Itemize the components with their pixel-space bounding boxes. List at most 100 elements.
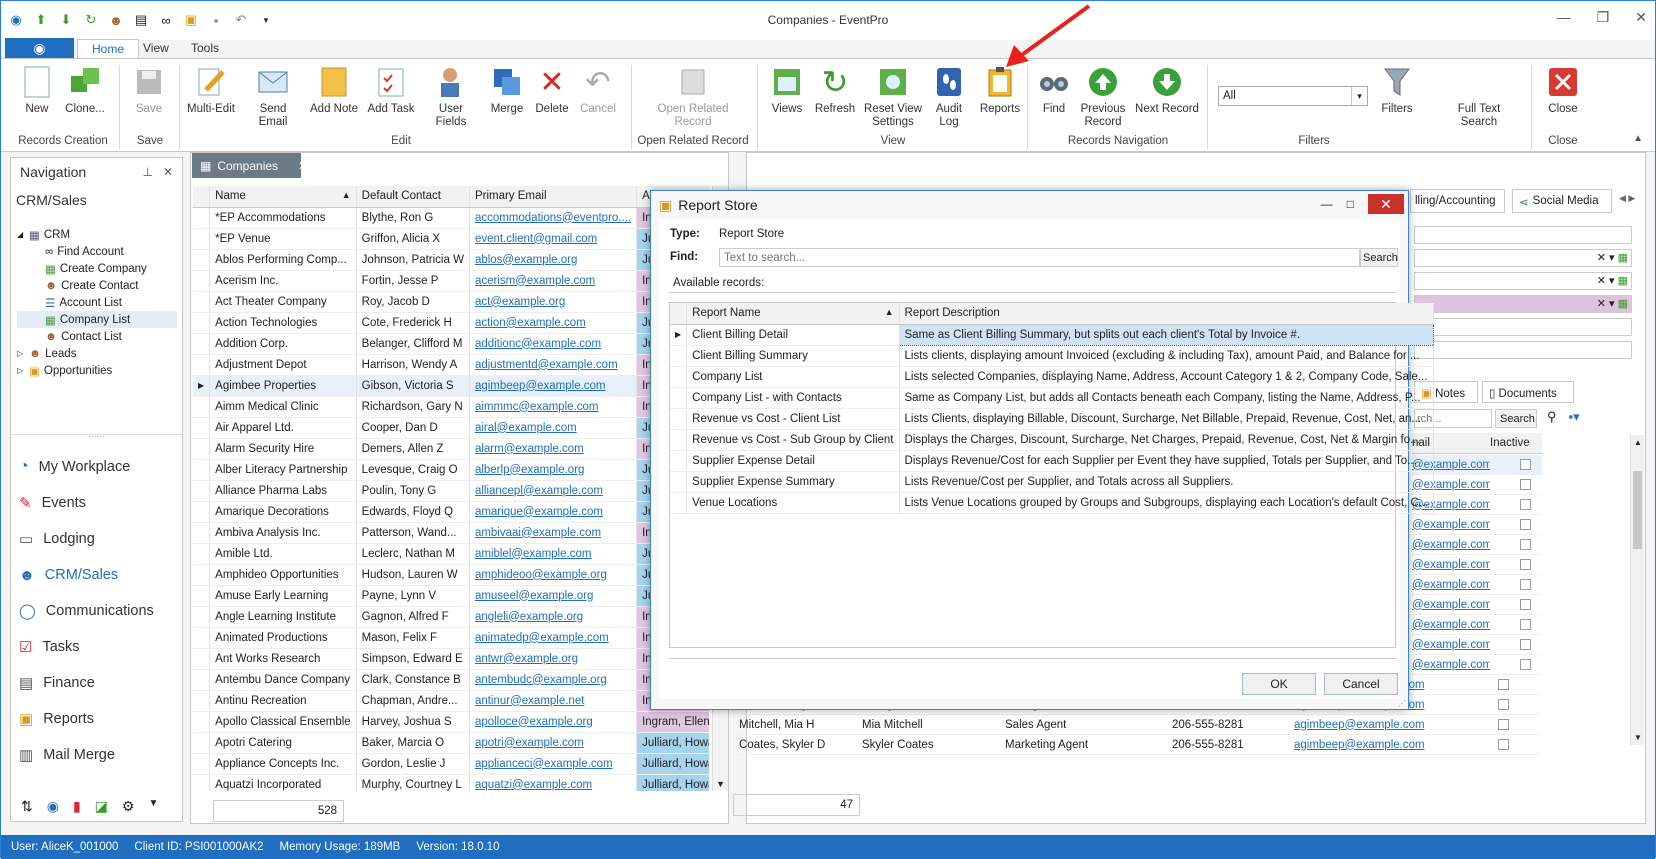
inactive-checkbox[interactable] — [1520, 479, 1531, 490]
inactive-checkbox[interactable] — [1520, 619, 1531, 630]
tab-companies[interactable]: ▦ Companies ✕ — [192, 153, 308, 178]
table-row[interactable]: Antembu Dance Company Clark, Constance Ba… — [193, 669, 709, 691]
primary-email[interactable]: apolloce@example.org — [469, 711, 638, 733]
contact-email-row[interactable]: @example.com — [1412, 635, 1542, 655]
table-row[interactable]: Amphideo Opportunities Hudson, Lauren Wam… — [193, 564, 709, 586]
primary-email[interactable]: alarm@example.com — [469, 438, 638, 460]
column-header-primary-email[interactable]: Primary Email — [469, 186, 638, 208]
globe-icon[interactable]: ◉ — [47, 798, 59, 815]
row-indicator[interactable] — [193, 312, 211, 334]
column-header-report-description[interactable]: Report Description — [899, 303, 1435, 325]
multi-edit-button[interactable]: Multi-Edit — [185, 65, 237, 116]
inactive-checkbox[interactable] — [1520, 659, 1531, 670]
tree-item-create-company[interactable]: ▦ Create Company — [17, 260, 177, 277]
row-indicator[interactable] — [670, 450, 688, 472]
contact-email[interactable]: @example.com — [1412, 599, 1490, 611]
field-row[interactable] — [1414, 341, 1632, 359]
row-indicator[interactable] — [193, 585, 211, 607]
row-indicator[interactable] — [670, 471, 688, 493]
tree-item-account-list[interactable]: ☰ Account List — [17, 294, 177, 311]
cancel-button[interactable]: Cancel — [1324, 673, 1398, 695]
nav-finance[interactable]: ▤ Finance — [19, 666, 95, 700]
row-indicator[interactable] — [193, 522, 211, 544]
find-search-button[interactable]: Search — [1360, 248, 1398, 267]
contacts-search-button[interactable]: Search — [1495, 409, 1537, 428]
tree-item-find-account[interactable]: ∞ Find Account — [17, 243, 177, 260]
inactive-checkbox[interactable] — [1520, 599, 1531, 610]
close-icon[interactable]: ✕ — [1635, 9, 1647, 26]
contact-email-row[interactable]: @example.com — [1412, 615, 1542, 635]
tree-item-opportunities[interactable]: ▷ ▣ Opportunities — [17, 362, 177, 379]
table-row[interactable]: Alliance Pharma Labs Poulin, Tony Gallian… — [193, 480, 709, 502]
contact-email-row[interactable]: @example.com — [1412, 575, 1542, 595]
contact-email[interactable]: agimbeep@example.com — [1294, 739, 1462, 751]
table-row[interactable]: Revenue vs Cost - Sub Group by Client Dis… — [670, 429, 1435, 451]
table-row[interactable]: Angle Learning Institute Gagnon, Alfred F… — [193, 606, 709, 628]
tree-item-leads[interactable]: ▷ ☻ Leads — [17, 345, 177, 362]
contact-email-row[interactable]: @example.com — [1412, 555, 1542, 575]
maximize-icon[interactable]: □ — [1347, 197, 1354, 211]
table-row[interactable]: Aimm Medical Clinic Richardson, Gary Naim… — [193, 396, 709, 418]
row-indicator[interactable] — [193, 543, 211, 565]
nav-my-workplace[interactable]: ◔ My Workplace — [19, 450, 130, 484]
dialog-close-button[interactable]: ✕ — [1368, 194, 1404, 214]
inactive-checkbox[interactable] — [1520, 459, 1531, 470]
primary-email[interactable]: alberlp@example.org — [469, 459, 638, 481]
row-indicator[interactable] — [193, 270, 211, 292]
inactive-checkbox[interactable] — [1498, 739, 1509, 750]
save-button[interactable]: Save — [131, 65, 167, 116]
app-menu-button[interactable]: ◉ — [5, 38, 74, 59]
table-row[interactable]: Company List Lists selected Companies, di… — [670, 366, 1435, 388]
primary-email[interactable]: action@example.com — [469, 312, 638, 334]
row-indicator[interactable] — [193, 627, 211, 649]
expand-icon[interactable]: ▷ — [17, 349, 25, 358]
resize-grip-icon[interactable]: ⋰ — [1398, 699, 1406, 708]
filter-select[interactable]: All ▾ — [1218, 86, 1368, 106]
contact-email-row[interactable]: @example.com — [1412, 595, 1542, 615]
primary-email[interactable]: applianceci@example.com — [469, 753, 638, 775]
contact-email-row[interactable]: @example.com — [1412, 535, 1542, 555]
save-icon[interactable]: ▪▾ — [1569, 409, 1580, 425]
bar-chart-icon[interactable]: ▮ — [73, 798, 81, 815]
tab-scroll-arrows[interactable]: ◀ ▶ — [1619, 193, 1635, 204]
primary-email[interactable]: amuseel@example.org — [469, 585, 638, 607]
primary-email[interactable]: angleli@example.org — [469, 606, 638, 628]
table-row[interactable]: Apollo Classical Ensemble Harvey, Joshua … — [193, 711, 709, 733]
nav-events[interactable]: ✎ Events — [19, 486, 86, 520]
primary-email[interactable]: aquatzi@example.com — [469, 774, 638, 791]
table-row[interactable]: Appliance Concepts Inc. Gordon, Leslie Ja… — [193, 753, 709, 775]
tab-tools[interactable]: Tools — [177, 39, 233, 59]
row-indicator[interactable] — [193, 291, 211, 313]
primary-email[interactable]: apotri@example.com — [469, 732, 638, 754]
close-tab-icon[interactable]: ✕ — [298, 159, 308, 173]
tree-item-contact-list[interactable]: ☻ Contact List — [17, 328, 177, 345]
field-row[interactable] — [1414, 226, 1632, 244]
table-row[interactable]: Supplier Expense Detail Displays Revenue/… — [670, 450, 1435, 472]
add-note-button[interactable]: Add Note — [310, 65, 358, 116]
table-row[interactable]: ▶ Agimbee Properties Gibson, Victoria Sagi… — [193, 375, 709, 397]
reports-button[interactable]: Reports — [978, 65, 1022, 116]
primary-email[interactable]: amarique@example.com — [469, 501, 638, 523]
table-row[interactable]: Action Technologies Cote, Frederick Hacti… — [193, 312, 709, 334]
table-row[interactable]: *EP Venue Griffon, Alicia Xevent.client@g… — [193, 228, 709, 250]
collapse-icon[interactable]: ◢ — [17, 230, 25, 239]
table-row[interactable]: Animated Productions Mason, Felix Fanimat… — [193, 627, 709, 649]
primary-email[interactable]: agimbeep@example.com — [469, 375, 638, 397]
table-row[interactable]: Client Billing Summary Lists clients, dis… — [670, 345, 1435, 367]
merge-button[interactable]: Merge — [489, 65, 525, 116]
row-indicator[interactable] — [193, 732, 211, 754]
find-button[interactable]: Find — [1037, 65, 1071, 116]
row-indicator[interactable] — [193, 333, 211, 355]
table-row[interactable]: Venue Locations Lists Venue Locations gro… — [670, 492, 1435, 514]
contact-email[interactable]: @example.com — [1412, 619, 1490, 631]
minimize-icon[interactable]: — — [1557, 9, 1571, 26]
table-row[interactable]: Company List - with Contacts Same as Comp… — [670, 387, 1435, 409]
row-indicator[interactable] — [193, 417, 211, 439]
minimize-icon[interactable]: — — [1321, 197, 1333, 211]
collapse-ribbon-icon[interactable]: ▲ — [1633, 133, 1643, 144]
table-row[interactable]: Air Apparel Ltd. Cooper, Dan Dairal@examp… — [193, 417, 709, 439]
send-email-button[interactable]: Send Email — [245, 65, 301, 129]
primary-email[interactable]: accommodations@eventpro.... — [469, 207, 638, 229]
field-row[interactable]: ✕ ▾ ▦ — [1414, 272, 1632, 290]
tab-documents[interactable]: ▯ Documents — [1482, 381, 1574, 403]
